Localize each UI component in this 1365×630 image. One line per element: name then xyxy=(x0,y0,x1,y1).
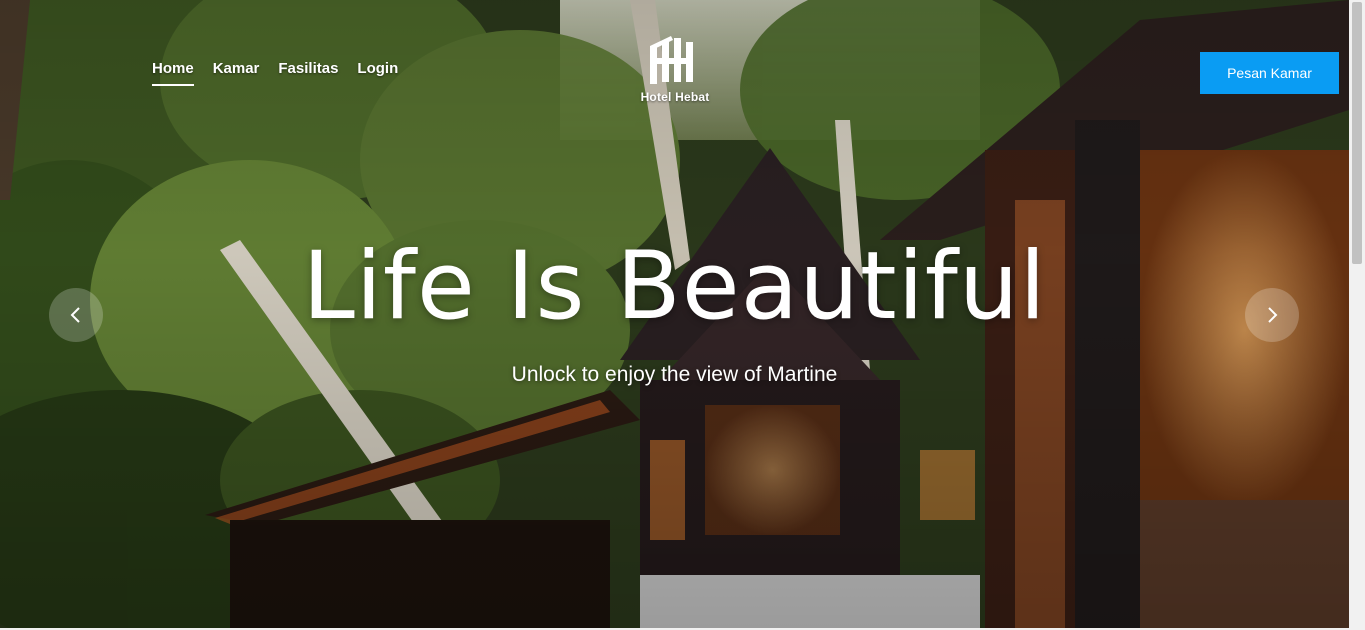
hero-title: Life Is Beautiful xyxy=(302,232,1047,341)
chevron-left-icon xyxy=(70,307,80,323)
hotel-logo-text: Hotel Hebat xyxy=(640,90,710,104)
main-nav: Home Kamar Fasilitas Login xyxy=(152,58,417,86)
chevron-right-icon xyxy=(1268,307,1278,323)
hero-subtitle: Unlock to enjoy the view of Martine xyxy=(511,363,838,386)
scrollbar-thumb[interactable] xyxy=(1352,2,1362,264)
hotel-logo-icon xyxy=(650,36,693,84)
carousel-next-button[interactable] xyxy=(1245,288,1299,342)
nav-item-fasilitas[interactable]: Fasilitas xyxy=(278,58,338,86)
book-room-button[interactable]: Pesan Kamar xyxy=(1200,52,1339,94)
nav-item-kamar[interactable]: Kamar xyxy=(213,58,260,86)
carousel-prev-button[interactable] xyxy=(49,288,103,342)
nav-item-home[interactable]: Home xyxy=(152,58,194,86)
hotel-logo[interactable]: Hotel Hebat xyxy=(630,36,720,104)
nav-item-login[interactable]: Login xyxy=(357,58,398,86)
hero-slide: Home Kamar Fasilitas Login Hotel Hebat P… xyxy=(0,0,1349,628)
vertical-scrollbar[interactable] xyxy=(1349,0,1365,630)
